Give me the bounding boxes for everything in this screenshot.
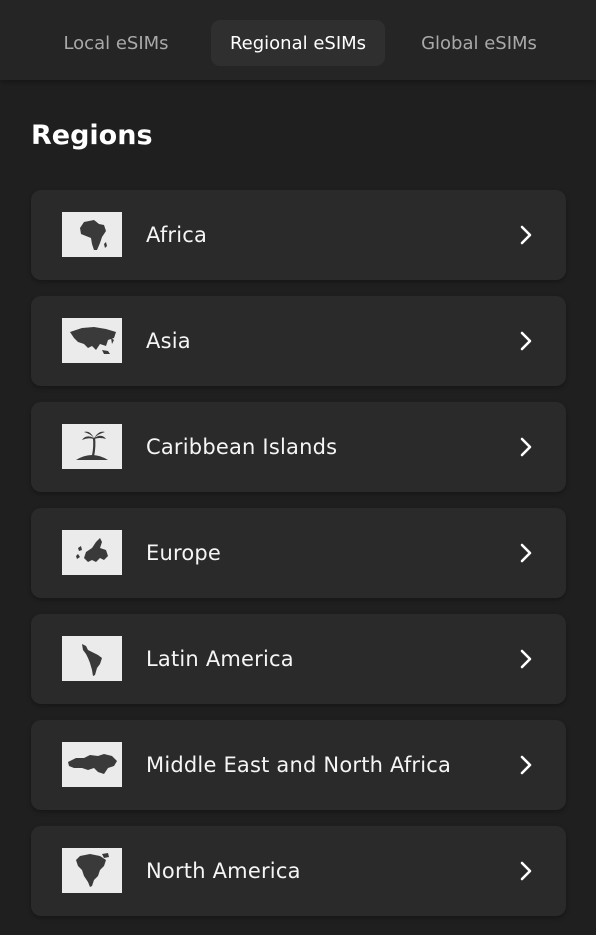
chevron-right-icon bbox=[520, 861, 532, 881]
region-label: Latin America bbox=[146, 647, 294, 671]
region-item-caribbean-islands[interactable]: Caribbean Islands bbox=[31, 402, 566, 492]
region-label: Asia bbox=[146, 329, 191, 353]
tab-local-esims[interactable]: Local eSIMs bbox=[44, 20, 188, 66]
region-label: Caribbean Islands bbox=[146, 435, 338, 459]
chevron-right-icon bbox=[520, 225, 532, 245]
region-item-middle-east-and-north-africa[interactable]: Middle East and North Africa bbox=[31, 720, 566, 810]
region-type-tabs: Local eSIMs Regional eSIMs Global eSIMs bbox=[0, 0, 596, 80]
chevron-right-icon bbox=[520, 543, 532, 563]
chevron-right-icon bbox=[520, 331, 532, 351]
asia-map-icon bbox=[62, 318, 122, 363]
mena-map-icon bbox=[62, 742, 122, 787]
region-item-latin-america[interactable]: Latin America bbox=[31, 614, 566, 704]
tab-regional-esims[interactable]: Regional eSIMs bbox=[211, 20, 385, 66]
region-label: North America bbox=[146, 859, 301, 883]
region-item-africa[interactable]: Africa bbox=[31, 190, 566, 280]
latin-america-map-icon bbox=[62, 636, 122, 681]
section-title: Regions bbox=[31, 120, 153, 151]
region-item-asia[interactable]: Asia bbox=[31, 296, 566, 386]
region-label: Europe bbox=[146, 541, 222, 565]
chevron-right-icon bbox=[520, 649, 532, 669]
region-item-north-america[interactable]: North America bbox=[31, 826, 566, 916]
regions-list: Africa Asia Caribbean Islands Europe Lat… bbox=[31, 190, 566, 932]
africa-map-icon bbox=[62, 212, 122, 257]
region-label: Africa bbox=[146, 223, 208, 247]
chevron-right-icon bbox=[520, 755, 532, 775]
chevron-right-icon bbox=[520, 437, 532, 457]
europe-map-icon bbox=[62, 530, 122, 575]
region-label: Middle East and North Africa bbox=[146, 753, 452, 777]
tab-global-esims[interactable]: Global eSIMs bbox=[401, 20, 557, 66]
north-america-map-icon bbox=[62, 848, 122, 893]
region-item-europe[interactable]: Europe bbox=[31, 508, 566, 598]
palm-island-icon bbox=[62, 424, 122, 469]
